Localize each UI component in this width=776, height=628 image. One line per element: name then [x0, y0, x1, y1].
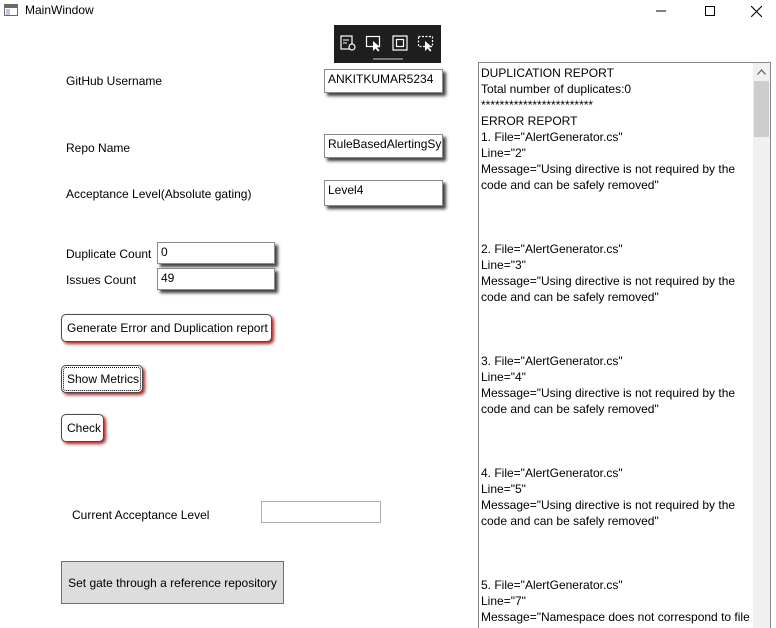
- report-line: Message="Using directive is not required…: [481, 498, 736, 512]
- check-button[interactable]: Check: [61, 414, 104, 442]
- report-line: code and can be safely removed": [481, 514, 659, 528]
- report-line: 1. File="AlertGenerator.cs": [481, 130, 623, 144]
- report-line: Message="Using directive is not required…: [481, 274, 736, 288]
- report-line: [481, 209, 753, 225]
- report-line: code and can be safely removed": [481, 290, 659, 304]
- acceptance-level-label: Acceptance Level(Absolute gating): [66, 187, 252, 201]
- scroll-thumb[interactable]: [754, 81, 769, 137]
- minimize-icon: [656, 10, 666, 12]
- report-line: Message="Namespace does not correspond t…: [481, 610, 750, 624]
- report-line: code and can be safely removed": [481, 178, 659, 192]
- issues-count-label: Issues Count: [66, 273, 137, 287]
- report-line: [481, 561, 753, 577]
- duplicate-count-input[interactable]: 0: [157, 242, 275, 264]
- show-metrics-button[interactable]: Show Metrics: [61, 365, 143, 393]
- maximize-icon: [705, 6, 715, 16]
- report-scrollbar[interactable]: [753, 63, 770, 628]
- report-line: [481, 449, 753, 465]
- repo-name-label: Repo Name: [66, 141, 131, 155]
- report-line: Line="7": [481, 594, 526, 608]
- toolbar-grip[interactable]: [373, 58, 403, 60]
- report-line: code and can be safely removed": [481, 402, 659, 416]
- report-line: [481, 417, 753, 433]
- report-line: 4. File="AlertGenerator.cs": [481, 466, 623, 480]
- github-username-label: GitHub Username: [66, 74, 163, 88]
- report-line: Line="5": [481, 482, 526, 496]
- report-line: Total number of duplicates:0: [481, 82, 632, 96]
- maximize-button[interactable]: [687, 0, 733, 22]
- issues-count-input[interactable]: 49: [157, 268, 275, 290]
- report-line: Line="3": [481, 258, 526, 272]
- report-line: Message="Using directive is not required…: [481, 162, 736, 176]
- current-acceptance-level-label: Current Acceptance Level: [72, 508, 210, 522]
- title-bar: MainWindow: [0, 0, 776, 22]
- app-icon: [4, 4, 18, 16]
- report-line: [481, 225, 753, 241]
- report-textbox[interactable]: DUPLICATION REPORT Total number of duplic…: [478, 62, 771, 628]
- select-element-icon[interactable]: [365, 34, 383, 52]
- report-line: ************************: [481, 98, 594, 112]
- report-line: DUPLICATION REPORT: [481, 66, 614, 80]
- close-button[interactable]: [733, 0, 776, 22]
- live-visual-tree-icon[interactable]: [339, 34, 357, 52]
- report-line: 3. File="AlertGenerator.cs": [481, 354, 623, 368]
- report-line: 2. File="AlertGenerator.cs": [481, 242, 623, 256]
- report-line: [481, 529, 753, 545]
- report-line: Message="Using directive is not required…: [481, 386, 736, 400]
- close-icon: [750, 5, 762, 17]
- report-line: [481, 305, 753, 321]
- repo-name-input[interactable]: RuleBasedAlertingSys: [324, 134, 443, 158]
- report-line: [481, 321, 753, 337]
- scroll-up-button[interactable]: [753, 63, 770, 80]
- display-layout-adorners-icon[interactable]: [391, 34, 409, 52]
- report-line: Line="4": [481, 370, 526, 384]
- generate-report-button[interactable]: Generate Error and Duplication report: [61, 314, 272, 342]
- current-acceptance-level-input[interactable]: [261, 501, 381, 523]
- set-gate-button[interactable]: Set gate through a reference repository: [61, 561, 284, 604]
- report-line: ERROR REPORT: [481, 114, 578, 128]
- duplicate-count-label: Duplicate Count: [66, 247, 152, 261]
- report-line: [481, 337, 753, 353]
- minimize-button[interactable]: [638, 0, 684, 22]
- track-focused-element-icon[interactable]: [417, 34, 435, 52]
- report-line: [481, 433, 753, 449]
- report-line: 5. File="AlertGenerator.cs": [481, 578, 623, 592]
- report-content: DUPLICATION REPORT Total number of duplic…: [481, 65, 753, 625]
- report-line: [481, 193, 753, 209]
- report-line: Line="2": [481, 146, 526, 160]
- chevron-up-icon: [757, 68, 766, 75]
- acceptance-level-input[interactable]: Level4: [324, 180, 443, 206]
- github-username-input[interactable]: ANKITKUMAR5234: [324, 69, 443, 93]
- report-line: [481, 545, 753, 561]
- window-title: MainWindow: [25, 3, 94, 17]
